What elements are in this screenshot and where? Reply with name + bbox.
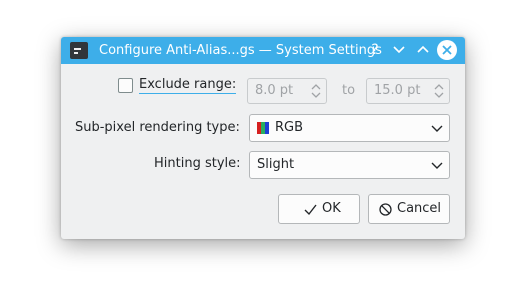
chevron-down-icon (393, 46, 405, 54)
spin-arrows-icon (311, 84, 321, 98)
hinting-label: Hinting style: (154, 156, 241, 171)
range-from-spinbox[interactable]: 8.0 pt (247, 78, 327, 104)
settings-dialog: Configure Anti-Alias...gs — System Setti… (61, 37, 465, 239)
exclude-range-label[interactable]: Exclude range: (139, 77, 237, 94)
close-button[interactable] (437, 40, 457, 60)
ok-label: OK (322, 201, 341, 216)
window-title: Configure Anti-Alias...gs — System Setti… (99, 43, 382, 58)
hinting-combobox[interactable]: Slight (249, 151, 450, 179)
maximize-button[interactable] (413, 40, 433, 60)
subpixel-value: RGB (275, 120, 304, 135)
chevron-down-icon (431, 162, 443, 169)
hinting-value: Slight (257, 157, 295, 172)
chevron-down-icon (431, 125, 443, 132)
rgb-stripes-icon (257, 122, 269, 134)
range-from-value: 8.0 pt (255, 83, 294, 98)
checkmark-icon (304, 204, 317, 216)
cancel-button[interactable]: Cancel (368, 194, 450, 224)
range-to-label: to (342, 83, 356, 98)
range-to-value: 15.0 pt (374, 83, 421, 98)
minimize-button[interactable] (389, 40, 409, 60)
ok-button[interactable]: OK (278, 194, 360, 224)
help-button[interactable]: ? (365, 40, 385, 60)
exclude-range-checkbox[interactable] (118, 78, 133, 93)
subpixel-combobox[interactable]: RGB (249, 114, 450, 142)
cancel-icon (379, 203, 392, 216)
app-icon (70, 42, 88, 59)
range-to-spinbox[interactable]: 15.0 pt (366, 78, 450, 104)
chevron-up-icon (417, 45, 429, 53)
subpixel-label: Sub-pixel rendering type: (75, 120, 240, 135)
close-icon (442, 45, 452, 55)
spin-arrows-icon (434, 84, 444, 98)
title-bar[interactable]: Configure Anti-Alias...gs — System Setti… (61, 37, 465, 64)
screen: Configure Anti-Alias...gs — System Setti… (0, 0, 526, 301)
cancel-label: Cancel (397, 201, 442, 216)
